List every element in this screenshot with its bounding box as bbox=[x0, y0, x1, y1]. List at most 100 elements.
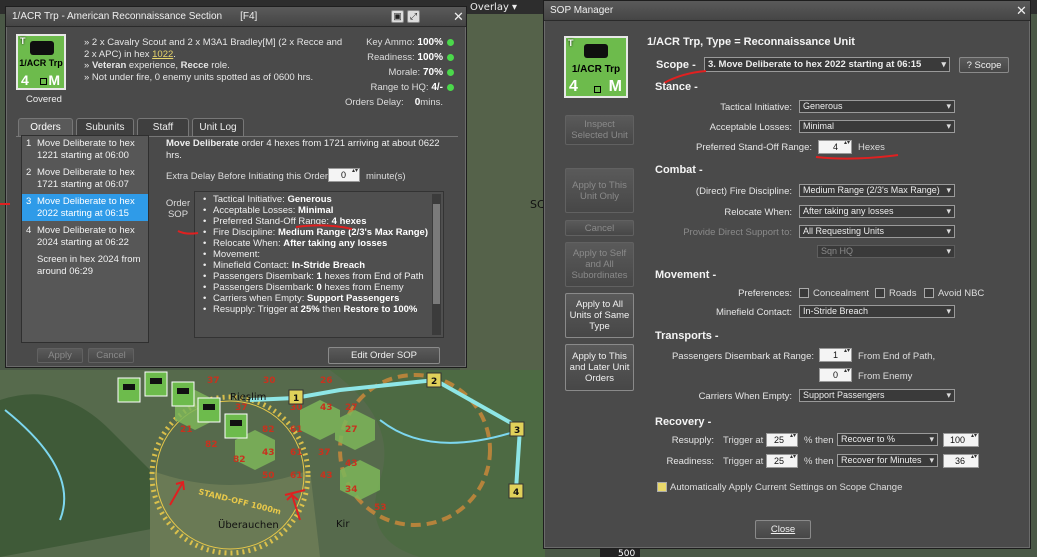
relocate-when-label: Relocate When: bbox=[724, 207, 792, 218]
resupply-trigger-stepper[interactable]: 25 bbox=[766, 433, 798, 447]
waypoint-1: 1 bbox=[293, 394, 299, 404]
cancel-button[interactable]: Cancel bbox=[565, 220, 634, 236]
edit-order-sop-button[interactable]: Edit Order SOP bbox=[328, 347, 440, 364]
sop-manager-window: SOP Manager ✕ T 1/ACR Trp 4 M 1/ACR Trp,… bbox=[543, 0, 1031, 549]
scope-select[interactable]: 3. Move Deliberate to hex 2022 starting … bbox=[704, 57, 950, 72]
disembark-range-label: Passengers Disembark at Range: bbox=[671, 351, 814, 362]
counter-name: 1/ACR Trp bbox=[19, 58, 63, 68]
inspect-selected-unit-button[interactable]: Inspect Selected Unit bbox=[565, 115, 634, 145]
unit-window-title: 1/ACR Trp - American Reconnaissance Sect… bbox=[12, 11, 223, 22]
carriers-empty-label: Carriers When Empty: bbox=[698, 391, 792, 402]
order-list[interactable]: 1 Move Deliberate to hex 1221 starting at… bbox=[21, 135, 149, 343]
then-label: % then bbox=[804, 435, 834, 446]
sop-item: Tactical Initiative: Generous bbox=[203, 194, 443, 205]
sop-item: Minefield Contact: In-Stride Breach bbox=[203, 260, 443, 271]
disembark-path-stepper[interactable]: 1 bbox=[819, 348, 852, 362]
roads-label: Roads bbox=[889, 288, 917, 299]
red-annotation bbox=[815, 154, 899, 160]
counter-dot bbox=[594, 86, 601, 93]
counter-size: M bbox=[48, 72, 60, 88]
apply-to-self-and-subordinates-button[interactable]: Apply to Self and All Subordinates bbox=[565, 242, 634, 287]
minefield-contact-label: Minefield Contact: bbox=[715, 307, 792, 318]
unit-counter[interactable]: T 1/ACR Trp 4 M bbox=[16, 34, 66, 90]
tab-unit-log[interactable]: Unit Log bbox=[192, 118, 244, 137]
apply-to-this-and-later-orders-button[interactable]: Apply to This and Later Unit Orders bbox=[565, 344, 634, 391]
tactical-initiative-label: Tactical Initiative: bbox=[720, 102, 792, 113]
apply-to-this-unit-only-button[interactable]: Apply to This Unit Only bbox=[565, 168, 634, 213]
sop-item: Acceptable Losses: Minimal bbox=[203, 205, 443, 216]
readiness-mode-select[interactable]: Recover for Minutes bbox=[837, 454, 938, 467]
resupply-mode-select[interactable]: Recover to % bbox=[837, 433, 938, 446]
auto-apply-label: Automatically Apply Current Settings on … bbox=[670, 482, 903, 493]
direct-support-select[interactable]: All Requesting Units bbox=[799, 225, 955, 238]
readiness-label: Readiness: bbox=[666, 456, 714, 467]
list-item[interactable]: Screen in hex 2024 from around 06:29 bbox=[22, 252, 148, 277]
counter-type: T bbox=[568, 38, 574, 48]
readiness-value-stepper[interactable]: 36 bbox=[943, 454, 979, 468]
unit-counter[interactable]: T 1/ACR Trp 4 M bbox=[564, 36, 628, 98]
svg-text:34: 34 bbox=[345, 485, 358, 495]
sop-item: Relocate When: After taking any losses bbox=[203, 238, 443, 249]
waypoint-2: 2 bbox=[431, 377, 437, 387]
carriers-empty-select[interactable]: Support Passengers bbox=[799, 389, 955, 402]
sop-manager-titlebar[interactable]: SOP Manager bbox=[544, 1, 1030, 21]
close-icon[interactable]: ✕ bbox=[453, 9, 464, 25]
red-annotation bbox=[177, 224, 353, 235]
resupply-value-stepper[interactable]: 100 bbox=[943, 433, 979, 447]
close-button[interactable]: Close bbox=[755, 520, 811, 539]
scrollbar[interactable] bbox=[432, 194, 441, 335]
order-sop-box[interactable]: Tactical Initiative: Generous Acceptable… bbox=[194, 191, 444, 338]
lock-icon[interactable]: ▣ bbox=[391, 10, 404, 23]
counter-type: T bbox=[20, 36, 26, 46]
disembark-enemy-stepper[interactable]: 0 bbox=[819, 368, 852, 382]
unit-description: » 2 x Cavalry Scout and 2 x M3A1 Bradley… bbox=[84, 37, 343, 83]
direct-support-label: Provide Direct Support to: bbox=[683, 227, 792, 238]
apply-to-same-type-button[interactable]: Apply to All Units of Same Type bbox=[565, 293, 634, 338]
counter-dot bbox=[40, 78, 47, 85]
list-item-selected[interactable]: 3 Move Deliberate to hex 2022 starting at… bbox=[22, 194, 148, 221]
apply-button[interactable]: Apply bbox=[37, 348, 83, 363]
readiness-trigger-stepper[interactable]: 25 bbox=[766, 454, 798, 468]
svg-text:37: 37 bbox=[318, 448, 331, 458]
town-label-kir: Kir bbox=[336, 519, 350, 530]
list-item[interactable]: 1 Move Deliberate to hex 1221 starting at… bbox=[22, 136, 148, 161]
list-item[interactable]: 2 Move Deliberate to hex 1721 starting at… bbox=[22, 165, 148, 190]
auto-apply-checkbox[interactable] bbox=[657, 482, 667, 492]
minefield-contact-select[interactable]: In-Stride Breach bbox=[799, 305, 955, 318]
counter-strength: 4 bbox=[21, 72, 29, 88]
counter-strength: 4 bbox=[569, 78, 578, 95]
svg-text:82: 82 bbox=[262, 425, 275, 435]
svg-text:43: 43 bbox=[345, 459, 358, 469]
hex-link[interactable]: 1022 bbox=[152, 49, 173, 60]
concealment-checkbox[interactable] bbox=[799, 288, 809, 298]
tactical-initiative-select[interactable]: Generous bbox=[799, 100, 955, 113]
status-dot-icon bbox=[447, 69, 454, 76]
svg-text:82: 82 bbox=[205, 440, 218, 450]
red-annotation-edge bbox=[0, 203, 10, 205]
scope-help-button[interactable]: ? Scope bbox=[959, 57, 1009, 73]
roads-checkbox[interactable] bbox=[875, 288, 885, 298]
trigger-at-label: Trigger at bbox=[723, 456, 764, 467]
fire-discipline-select[interactable]: Medium Range (2/3's Max Range) bbox=[799, 184, 955, 197]
cancel-button[interactable]: Cancel bbox=[88, 348, 134, 363]
town-label-uberauchen: Überauchen bbox=[218, 518, 279, 531]
relocate-when-select[interactable]: After taking any losses bbox=[799, 205, 955, 218]
preferences-label: Preferences: bbox=[738, 288, 792, 299]
svg-text:61: 61 bbox=[290, 425, 303, 435]
extra-delay-label: Extra Delay Before Initiating this Order… bbox=[166, 171, 331, 182]
combat-heading: Combat - bbox=[655, 164, 703, 176]
avoid-nbc-checkbox[interactable] bbox=[924, 288, 934, 298]
extra-delay-stepper[interactable]: 0 bbox=[328, 168, 360, 182]
hq-select[interactable]: Sqn HQ bbox=[817, 245, 955, 258]
list-item[interactable]: 4 Move Deliberate to hex 2024 starting at… bbox=[22, 223, 148, 248]
counter-name: 1/ACR Trp bbox=[571, 64, 621, 75]
close-icon[interactable]: ✕ bbox=[1016, 3, 1027, 19]
svg-text:61: 61 bbox=[290, 448, 303, 458]
sop-item: Movement: bbox=[203, 249, 443, 260]
town-label-rieslim: Rieslim bbox=[230, 392, 266, 403]
svg-text:27: 27 bbox=[345, 425, 358, 435]
acceptable-losses-select[interactable]: Minimal bbox=[799, 120, 955, 133]
svg-text:50: 50 bbox=[262, 471, 275, 481]
then-label: % then bbox=[804, 456, 834, 467]
restore-icon[interactable]: ⤢ bbox=[407, 10, 420, 23]
